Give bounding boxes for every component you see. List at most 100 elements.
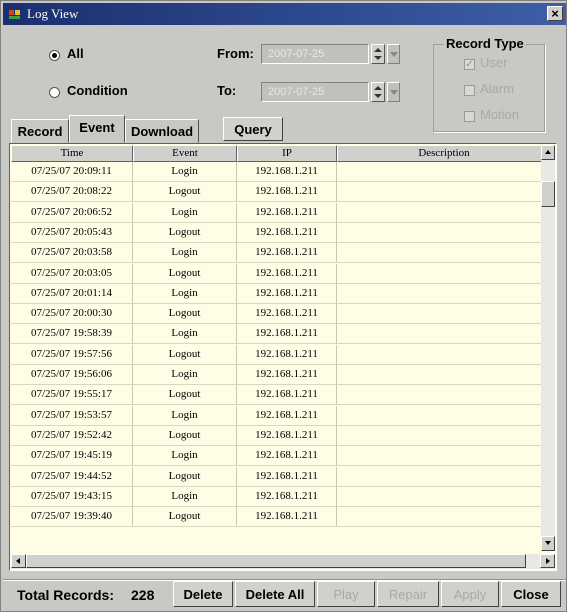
column-header-description[interactable]: Description xyxy=(337,145,551,162)
cell-time: 07/25/07 20:00:30 xyxy=(11,304,133,325)
cell-description xyxy=(337,466,551,487)
cell-event: Logout xyxy=(133,385,237,406)
to-date-field[interactable]: 2007-07-25 xyxy=(261,82,369,102)
from-date-field[interactable]: 2007-07-25 xyxy=(261,44,369,64)
cell-time: 07/25/07 19:39:40 xyxy=(11,507,133,528)
from-date-spinner[interactable] xyxy=(371,44,385,64)
from-date-dropdown[interactable] xyxy=(387,44,400,64)
cell-event: Logout xyxy=(133,507,237,528)
cell-time: 07/25/07 20:06:52 xyxy=(11,202,133,223)
table-row[interactable]: 07/25/07 20:08:22 Logout 192.168.1.211 xyxy=(11,182,551,203)
table-row[interactable]: 07/25/07 19:39:40 Logout 192.168.1.211 xyxy=(11,507,551,528)
cell-description xyxy=(337,182,551,203)
cell-description xyxy=(337,283,551,304)
apply-button[interactable]: Apply xyxy=(441,581,499,607)
cell-time: 07/25/07 20:03:05 xyxy=(11,263,133,284)
table-row[interactable]: 07/25/07 20:09:11 Login 192.168.1.211 xyxy=(11,162,551,182)
cell-event: Login xyxy=(133,405,237,426)
column-header-ip[interactable]: IP xyxy=(237,145,337,162)
scroll-left-icon[interactable] xyxy=(11,554,26,568)
table-row[interactable]: 07/25/07 20:06:52 Login 192.168.1.211 xyxy=(11,202,551,223)
table-row[interactable]: 07/25/07 19:55:17 Logout 192.168.1.211 xyxy=(11,385,551,406)
scroll-right-icon[interactable] xyxy=(540,554,555,568)
cell-time: 07/25/07 19:43:15 xyxy=(11,486,133,507)
cell-ip: 192.168.1.211 xyxy=(237,304,337,325)
table-row[interactable]: 07/25/07 19:53:57 Login 192.168.1.211 xyxy=(11,405,551,426)
cell-ip: 192.168.1.211 xyxy=(237,344,337,365)
cell-event: Login xyxy=(133,283,237,304)
cell-ip: 192.168.1.211 xyxy=(237,222,337,243)
table-row[interactable]: 07/25/07 19:52:42 Logout 192.168.1.211 xyxy=(11,425,551,446)
cell-description xyxy=(337,446,551,467)
table-row[interactable]: 07/25/07 20:03:58 Login 192.168.1.211 xyxy=(11,243,551,264)
cell-ip: 192.168.1.211 xyxy=(237,243,337,264)
cell-time: 07/25/07 20:09:11 xyxy=(11,162,133,182)
cell-event: Logout xyxy=(133,344,237,365)
column-header-event[interactable]: Event xyxy=(133,145,237,162)
cell-event: Logout xyxy=(133,304,237,325)
cell-description xyxy=(337,243,551,264)
vertical-scrollbar[interactable] xyxy=(541,145,555,551)
cell-description xyxy=(337,405,551,426)
cell-description xyxy=(337,324,551,345)
table-row[interactable]: 07/25/07 19:56:06 Login 192.168.1.211 xyxy=(11,365,551,385)
cell-ip: 192.168.1.211 xyxy=(237,162,337,182)
cell-ip: 192.168.1.211 xyxy=(237,385,337,406)
user-label: User xyxy=(480,55,508,70)
play-button[interactable]: Play xyxy=(317,581,375,607)
delete-button[interactable]: Delete xyxy=(173,581,233,607)
vertical-scroll-thumb[interactable] xyxy=(541,181,555,207)
app-icon xyxy=(9,10,20,19)
tab-event[interactable]: Event xyxy=(69,115,125,143)
cell-event: Logout xyxy=(133,263,237,284)
alarm-checkbox[interactable] xyxy=(464,85,475,96)
table-row[interactable]: 07/25/07 20:01:14 Login 192.168.1.211 xyxy=(11,283,551,304)
user-checkbox[interactable]: ✓ xyxy=(464,59,475,70)
column-header-time[interactable]: Time xyxy=(11,145,133,162)
table-row[interactable]: 07/25/07 19:43:15 Login 192.168.1.211 xyxy=(11,486,551,507)
repair-button[interactable]: Repair xyxy=(377,581,439,607)
table-row[interactable]: 07/25/07 20:03:05 Logout 192.168.1.211 xyxy=(11,263,551,284)
scroll-down-icon[interactable] xyxy=(541,536,555,551)
tab-record[interactable]: Record xyxy=(11,119,69,143)
cell-event: Login xyxy=(133,324,237,345)
cell-description xyxy=(337,202,551,223)
to-date-dropdown[interactable] xyxy=(387,82,400,102)
cell-ip: 192.168.1.211 xyxy=(237,263,337,284)
condition-radio[interactable] xyxy=(49,87,60,98)
cell-ip: 192.168.1.211 xyxy=(237,182,337,203)
cell-description xyxy=(337,486,551,507)
to-date-spinner[interactable] xyxy=(371,82,385,102)
total-records-value: 228 xyxy=(131,587,155,603)
table-row[interactable]: 07/25/07 19:44:52 Logout 192.168.1.211 xyxy=(11,466,551,487)
cell-event: Login xyxy=(133,243,237,264)
horizontal-scrollbar[interactable] xyxy=(11,554,555,569)
tab-download[interactable]: Download xyxy=(125,119,199,143)
cell-description xyxy=(337,425,551,446)
horizontal-scroll-thumb[interactable] xyxy=(26,554,526,568)
table-row[interactable]: 07/25/07 19:45:19 Login 192.168.1.211 xyxy=(11,446,551,467)
cell-description xyxy=(337,385,551,406)
cell-ip: 192.168.1.211 xyxy=(237,507,337,528)
motion-checkbox[interactable] xyxy=(464,111,475,122)
scroll-up-icon[interactable] xyxy=(541,145,555,160)
close-icon[interactable]: × xyxy=(547,6,563,21)
table-row[interactable]: 07/25/07 20:05:43 Logout 192.168.1.211 xyxy=(11,222,551,243)
cell-description xyxy=(337,304,551,325)
all-label: All xyxy=(67,46,84,61)
table-row[interactable]: 07/25/07 19:57:56 Logout 192.168.1.211 xyxy=(11,344,551,365)
condition-label: Condition xyxy=(67,83,128,98)
cell-time: 07/25/07 19:55:17 xyxy=(11,385,133,406)
table-row[interactable]: 07/25/07 19:58:39 Login 192.168.1.211 xyxy=(11,324,551,345)
query-button[interactable]: Query xyxy=(223,117,283,141)
table-row[interactable]: 07/25/07 20:00:30 Logout 192.168.1.211 xyxy=(11,304,551,325)
to-label: To: xyxy=(217,83,237,98)
all-radio[interactable] xyxy=(49,50,60,61)
title-bar[interactable]: Log View × xyxy=(3,3,566,25)
cell-description xyxy=(337,162,551,182)
cell-event: Logout xyxy=(133,425,237,446)
event-log-list[interactable]: Time Event IP Description 07/25/07 20:09… xyxy=(9,143,557,571)
cell-time: 07/25/07 19:44:52 xyxy=(11,466,133,487)
close-button[interactable]: Close xyxy=(501,581,561,607)
delete-all-button[interactable]: Delete All xyxy=(235,581,315,607)
